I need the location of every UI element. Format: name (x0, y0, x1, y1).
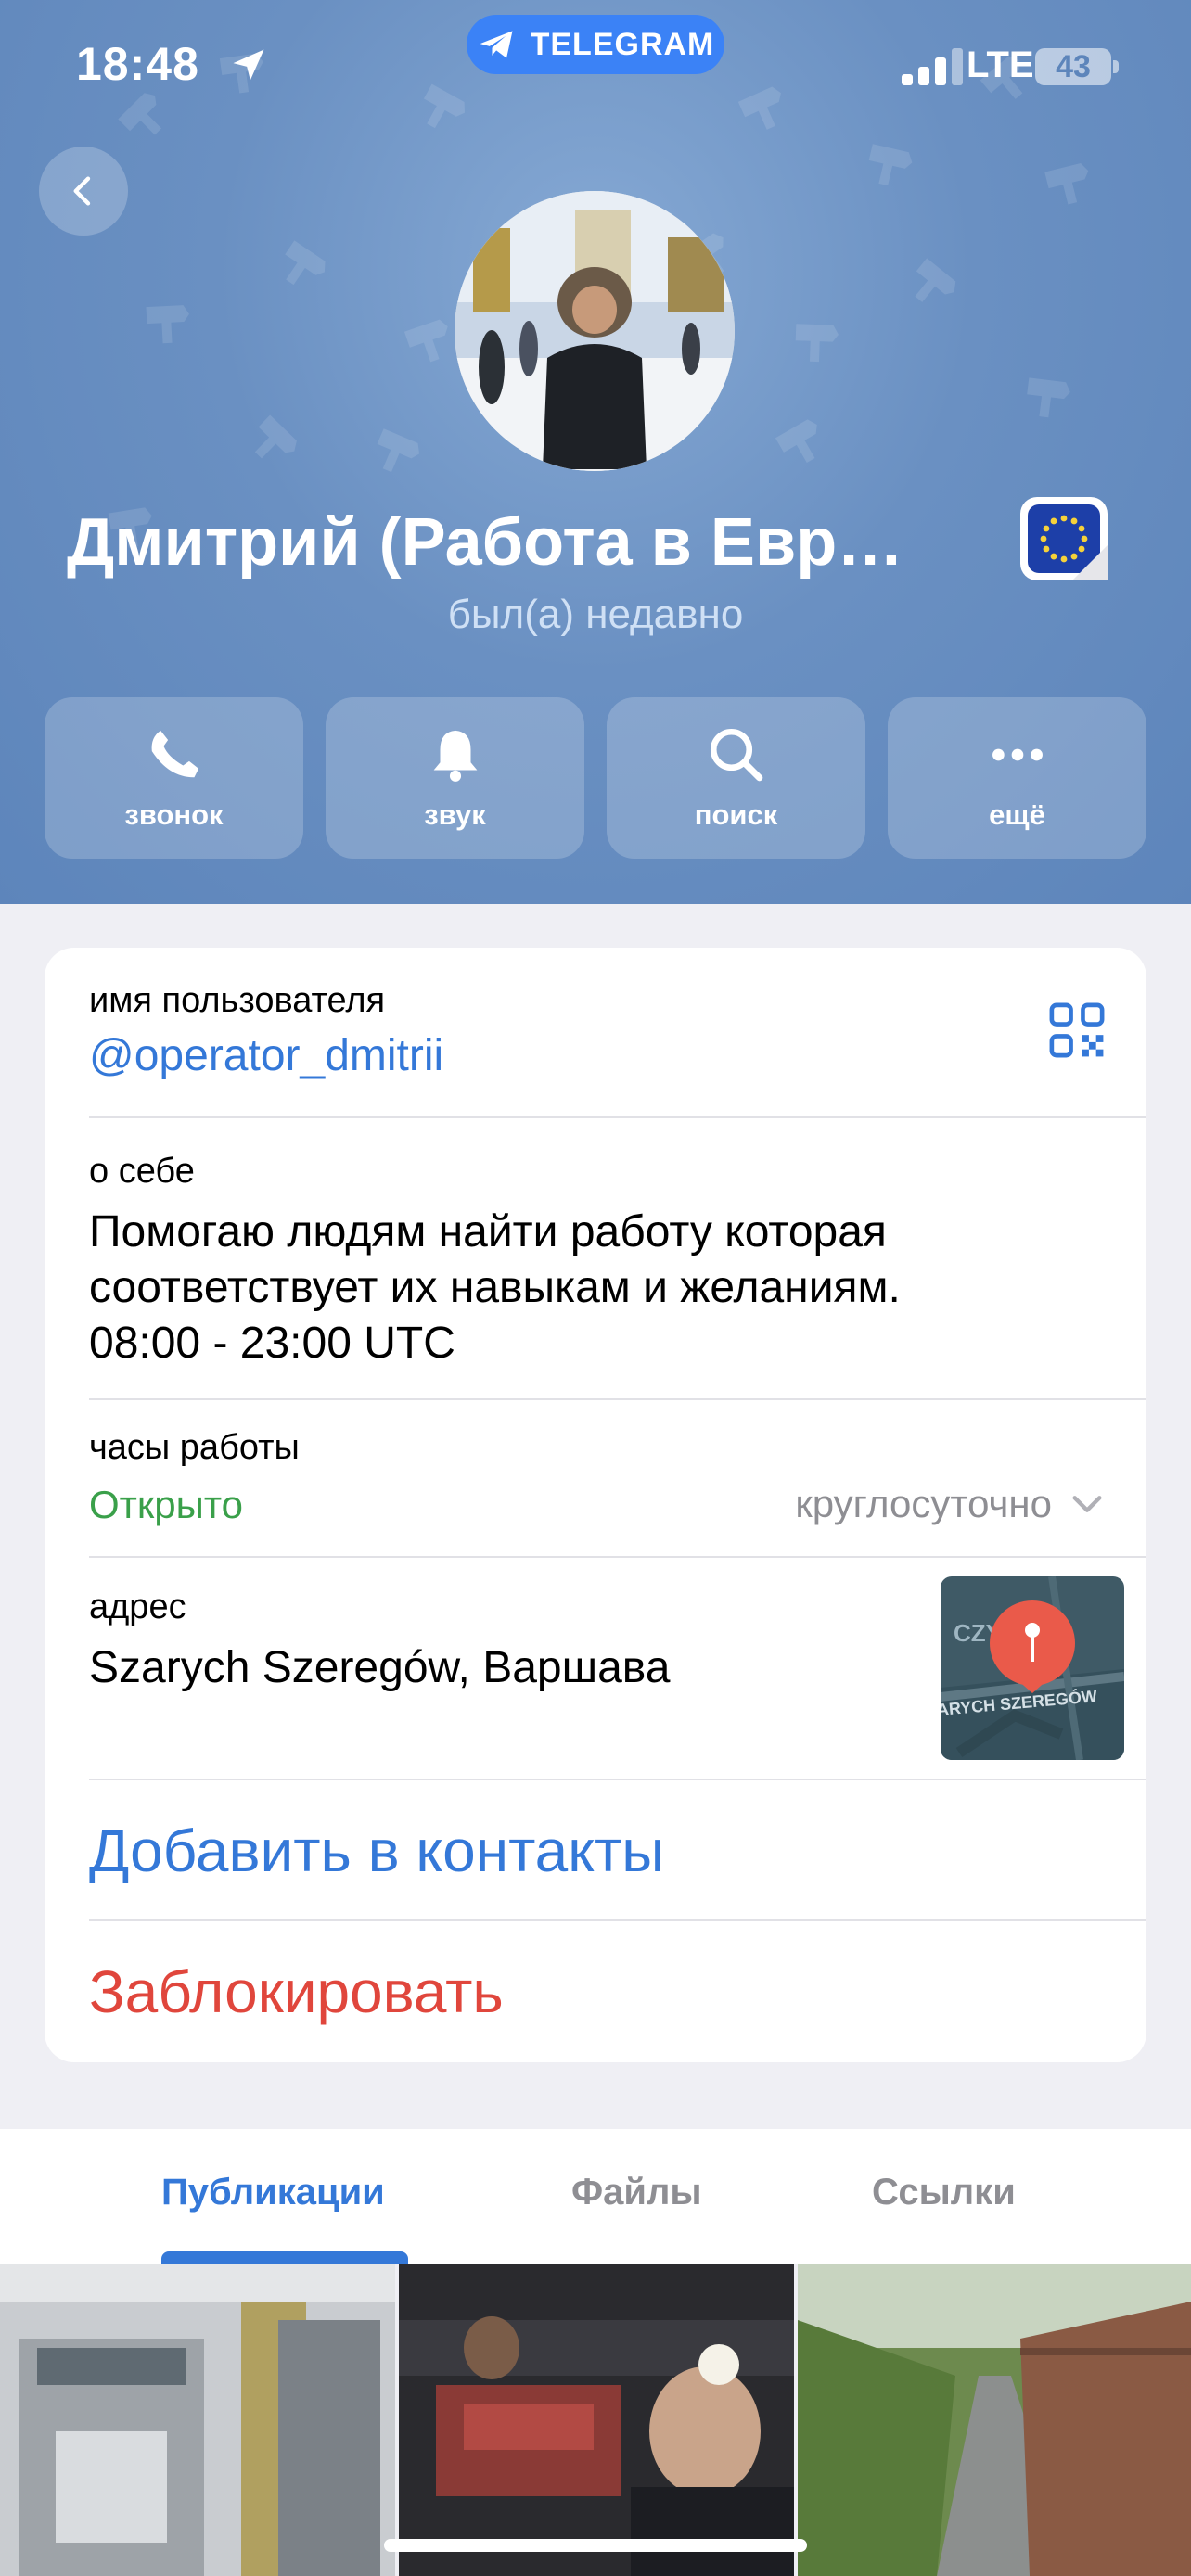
eu-flag-emoji-icon (1020, 497, 1108, 580)
divider (89, 1116, 1146, 1118)
bio-line: 08:00 - 23:00 UTC (89, 1319, 455, 1368)
divider (89, 1779, 1146, 1780)
divider (89, 1398, 1146, 1400)
profile-name-row: Дмитрий (Работа в Евр… (0, 497, 1191, 584)
sound-button[interactable]: звук (326, 697, 584, 859)
telegram-app-pill[interactable]: TELEGRAM (467, 15, 724, 74)
hours-value-toggle[interactable]: круглосуточно (795, 1482, 1106, 1526)
media-tabs: Публикации Файлы Ссылки (0, 2129, 1191, 2264)
status-time: 18:48 (76, 38, 199, 90)
tab-links[interactable]: Ссылки (872, 2172, 1016, 2213)
divider (89, 1556, 1146, 1558)
battery-indicator: 43 (1035, 48, 1119, 85)
telegram-pill-label: TELEGRAM (530, 26, 715, 62)
signal-icon (902, 48, 963, 85)
profile-name: Дмитрий (Работа в Евр… (67, 505, 904, 580)
bio-label: о себе (89, 1152, 195, 1191)
more-label: ещё (989, 798, 1045, 831)
search-icon (710, 728, 762, 782)
media-thumbnail[interactable] (798, 2264, 1191, 2576)
media-thumbnail[interactable] (399, 2264, 794, 2576)
phone-icon (151, 730, 198, 778)
tab-publications[interactable]: Публикации (161, 2172, 385, 2213)
block-button[interactable]: Заблокировать (89, 1955, 1146, 2029)
username-row[interactable]: имя пользователя @operator_dmitrii (89, 981, 1146, 1081)
media-grid (0, 2264, 1191, 2576)
search-label: поиск (694, 798, 778, 831)
hours-label: часы работы (89, 1428, 300, 1467)
media-thumbnail[interactable] (0, 2264, 395, 2576)
home-indicator[interactable] (384, 2539, 807, 2552)
chevron-left-icon (73, 176, 91, 206)
media-image (399, 2264, 794, 2576)
last-seen-status: был(а) недавно (447, 592, 744, 637)
username-value[interactable]: @operator_dmitrii (89, 1030, 1146, 1081)
qr-code-icon[interactable] (1048, 1001, 1106, 1059)
location-arrow-icon (233, 49, 264, 81)
avatar[interactable] (455, 191, 735, 471)
back-button[interactable] (39, 147, 128, 236)
call-label: звонок (124, 798, 224, 831)
active-tab-indicator (161, 2251, 408, 2264)
divider (89, 1919, 1146, 1921)
more-button[interactable]: ещё (888, 697, 1146, 859)
add-contact-button[interactable]: Добавить в контакты (89, 1814, 1146, 1888)
call-button[interactable]: звонок (45, 697, 303, 859)
chevron-down-icon (1072, 1496, 1102, 1512)
media-image (798, 2264, 1191, 2576)
action-buttons: звонок звук поиск ещё (45, 697, 1146, 859)
tab-files[interactable]: Файлы (571, 2172, 702, 2213)
hours-value: круглосуточно (795, 1482, 1052, 1525)
username-label: имя пользователя (89, 981, 386, 1020)
bio-line: соответствует их навыкам и желаниям. (89, 1263, 901, 1312)
network-type: LTE (967, 45, 1034, 85)
media-image (0, 2264, 395, 2576)
telegram-icon (480, 31, 513, 58)
bio-text: Помогаю людям найти работу которая соотв… (89, 1205, 1146, 1371)
bio-line: Помогаю людям найти работу которая (89, 1207, 887, 1256)
profile-header: 18:48 TELEGRAM LTE 43 Дмитрий (Работа в … (0, 0, 1191, 904)
search-button[interactable]: поиск (607, 697, 865, 859)
info-card: имя пользователя @operator_dmitrii о себ… (45, 948, 1146, 2062)
bell-icon (433, 730, 477, 782)
more-icon (992, 748, 1043, 761)
bio-row: о себе Помогаю людям найти работу котора… (89, 1152, 1146, 1371)
map-thumbnail[interactable]: CZY ARYCH SZEREGÓW (941, 1576, 1124, 1760)
avatar-photo (455, 191, 735, 471)
map-preview: CZY ARYCH SZEREGÓW (941, 1576, 1124, 1760)
sound-label: звук (424, 798, 486, 831)
